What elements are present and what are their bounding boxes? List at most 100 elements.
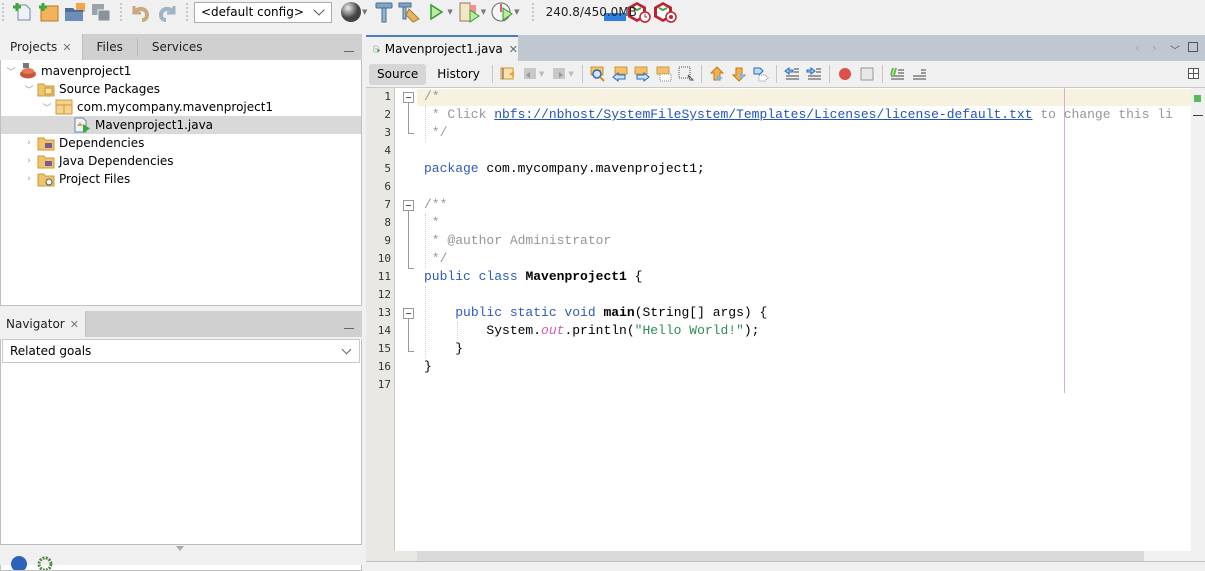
previous-bookmark-button[interactable] [706, 64, 728, 84]
tab-files[interactable]: Files [83, 34, 137, 60]
chevron-right-icon[interactable]: › [23, 137, 35, 149]
fold-toggle-icon[interactable] [403, 200, 414, 211]
browser-button[interactable] [338, 1, 364, 23]
line-number: 16 [377, 360, 391, 373]
split-editor-icon[interactable] [1188, 68, 1199, 79]
open-project-button[interactable] [62, 1, 88, 23]
java-file-icon [73, 117, 91, 133]
tab-services[interactable]: Services [138, 34, 217, 60]
memory-usage-indicator[interactable]: 240.8/450.0MB [544, 2, 637, 22]
editor-tab-mavenproject1-java[interactable]: Mavenproject1.java ✕ [366, 35, 518, 61]
find-next-button[interactable] [631, 64, 653, 84]
chevron-right-icon[interactable]: › [23, 173, 35, 185]
new-project-button[interactable] [36, 1, 62, 23]
navigator-select[interactable]: Related goals [2, 339, 360, 363]
fold-guide [408, 211, 409, 268]
tree-item-package[interactable]: ﹀ com.mycompany.mavenproject1 [1, 98, 361, 116]
next-bookmark-button[interactable] [728, 64, 750, 84]
uncomment-button[interactable] [909, 64, 931, 84]
start-macro-recording-button[interactable] [834, 64, 856, 84]
toolbar-separator [531, 3, 534, 21]
forward-button[interactable] [548, 64, 570, 84]
last-edit-icon [500, 67, 514, 80]
code-line: } [424, 358, 432, 376]
chevron-down-icon [313, 4, 325, 16]
tree-item-dependencies[interactable]: › Dependencies [1, 134, 361, 152]
chevron-down-icon[interactable]: ﹀ [5, 65, 17, 78]
find-selection-button[interactable] [587, 64, 609, 84]
line-number: 14 [377, 324, 391, 337]
profile-stop-button[interactable] [652, 1, 678, 23]
back-dropdown-arrow[interactable]: ▼ [539, 70, 544, 78]
open-project-icon [65, 3, 85, 21]
scroll-tabs-right-icon[interactable]: › [1152, 41, 1157, 55]
editor-toolbar: Source History ▼ ▼ [366, 61, 1205, 88]
tree-item-mavenproject1-java[interactable]: Mavenproject1.java [1, 116, 361, 134]
new-file-button[interactable] [10, 1, 36, 23]
find-icon [590, 66, 605, 82]
error-stripe[interactable] [1191, 88, 1205, 551]
save-all-button[interactable] [88, 1, 114, 23]
line-number: 3 [384, 126, 391, 139]
toggle-bookmark-button[interactable] [750, 64, 772, 84]
tree-item-project-files[interactable]: › Project Files [1, 170, 361, 188]
last-edit-button[interactable] [497, 64, 519, 84]
fold-guide [408, 103, 409, 133]
code-line: package com.mycompany.mavenproject1; [424, 160, 705, 178]
code-editor[interactable]: /* * Click nbfs://nbhost/SystemFileSyste… [395, 88, 1191, 551]
chevron-down-icon[interactable]: ﹀ [23, 83, 35, 96]
debug-icon [459, 2, 480, 23]
source-view-button[interactable]: Source [369, 63, 427, 85]
horizontal-scrollbar[interactable] [417, 551, 1205, 561]
code-token: "Hello World!" [634, 323, 744, 338]
config-select[interactable]: <default config> [194, 1, 332, 23]
toggle-highlight-search-button[interactable] [653, 64, 675, 84]
fold-toggle-icon[interactable] [403, 92, 414, 103]
toggle-rectangular-selection-button[interactable] [675, 64, 697, 84]
settings-gear-icon[interactable] [37, 556, 53, 570]
scroll-tabs-left-icon[interactable]: ‹ [1135, 41, 1140, 55]
chevron-right-icon[interactable]: › [23, 155, 35, 167]
minimize-button[interactable] [344, 42, 354, 52]
tab-projects[interactable]: Projects ✕ [0, 34, 83, 60]
debug-button[interactable] [457, 1, 483, 23]
find-previous-icon [611, 66, 628, 82]
fold-toggle-icon[interactable] [403, 308, 414, 319]
help-icon[interactable] [11, 556, 27, 570]
close-icon[interactable]: ✕ [509, 43, 518, 56]
build-button[interactable] [371, 1, 397, 23]
tree-item-java-dependencies[interactable]: › Java Dependencies [1, 152, 361, 170]
editor-tab-label: Mavenproject1.java [384, 42, 503, 56]
history-view-label: History [437, 67, 480, 81]
run-button[interactable] [423, 1, 449, 23]
clean-build-button[interactable] [397, 1, 423, 23]
chevron-down-icon[interactable]: ﹀ [41, 101, 53, 114]
license-link[interactable]: nbfs://nbhost/SystemFileSystem/Templates… [494, 107, 1032, 122]
tab-navigator[interactable]: Navigator ✕ [0, 311, 86, 337]
shift-left-button[interactable] [781, 64, 803, 84]
comment-button[interactable] [887, 64, 909, 84]
find-previous-button[interactable] [609, 64, 631, 84]
history-view-button[interactable]: History [429, 64, 488, 85]
undo-button[interactable] [128, 1, 154, 23]
tree-item-mavenproject1[interactable]: ﹀ mavenproject1 [1, 62, 361, 80]
redo-button[interactable] [154, 1, 180, 23]
horizontal-scrollbar-thumb[interactable] [417, 551, 1144, 561]
close-icon[interactable]: ✕ [70, 318, 79, 331]
maximize-window-icon[interactable] [1188, 42, 1198, 52]
tree-item-source-packages[interactable]: ﹀ Source Packages [1, 80, 361, 98]
shift-right-button[interactable] [803, 64, 825, 84]
collapse-arrow-icon[interactable] [176, 546, 184, 551]
line-number: 8 [384, 216, 391, 229]
show-opened-documents-icon[interactable]: ﹀ [1170, 42, 1180, 57]
stop-macro-recording-button[interactable] [856, 64, 878, 84]
code-token: package [424, 161, 479, 176]
forward-dropdown-arrow[interactable]: ▼ [568, 70, 573, 78]
close-icon[interactable]: ✕ [62, 41, 71, 54]
tree-item-label: Mavenproject1.java [95, 118, 214, 132]
profile-button[interactable] [490, 1, 516, 23]
tree-item-label: com.mycompany.mavenproject1 [77, 100, 274, 114]
minimize-button[interactable] [344, 319, 354, 329]
back-button[interactable] [519, 64, 541, 84]
